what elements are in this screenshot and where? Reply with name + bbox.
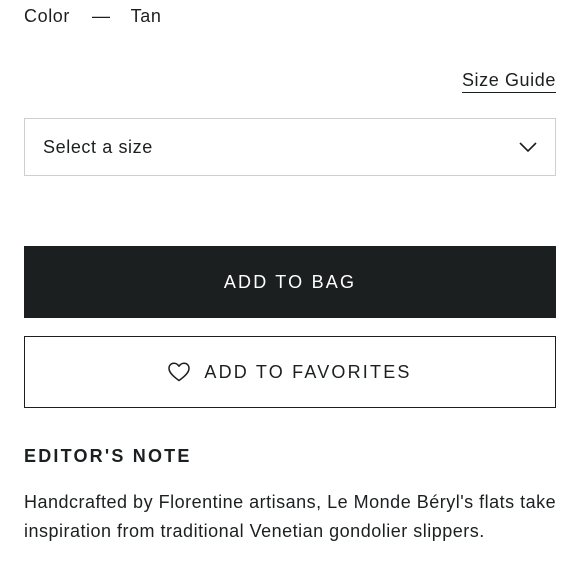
- size-guide-link[interactable]: Size Guide: [461, 70, 556, 93]
- color-separator: —: [92, 6, 111, 26]
- add-to-bag-label: ADD TO BAG: [223, 271, 357, 292]
- add-to-favorites-button[interactable]: ADD TO FAVORITES: [24, 336, 556, 408]
- size-select-dropdown[interactable]: Select a size: [24, 118, 556, 176]
- color-value: Tan: [130, 6, 162, 26]
- editors-note-heading: EDITOR'S NOTE: [24, 446, 192, 466]
- add-to-bag-button[interactable]: ADD TO BAG: [24, 246, 556, 318]
- chevron-down-icon: [519, 141, 537, 153]
- product-options-panel: Color — Tan Size Guide Select a size ADD…: [0, 0, 580, 580]
- add-to-favorites-label: ADD TO FAVORITES: [204, 361, 412, 382]
- editors-note-text: Handcrafted by Florentine artisans, Le M…: [24, 492, 557, 541]
- color-label: Color: [24, 6, 71, 26]
- color-selection-row: Color — Tan: [24, 6, 161, 27]
- size-select-value: Select a size: [43, 136, 153, 157]
- heart-icon: [168, 362, 191, 382]
